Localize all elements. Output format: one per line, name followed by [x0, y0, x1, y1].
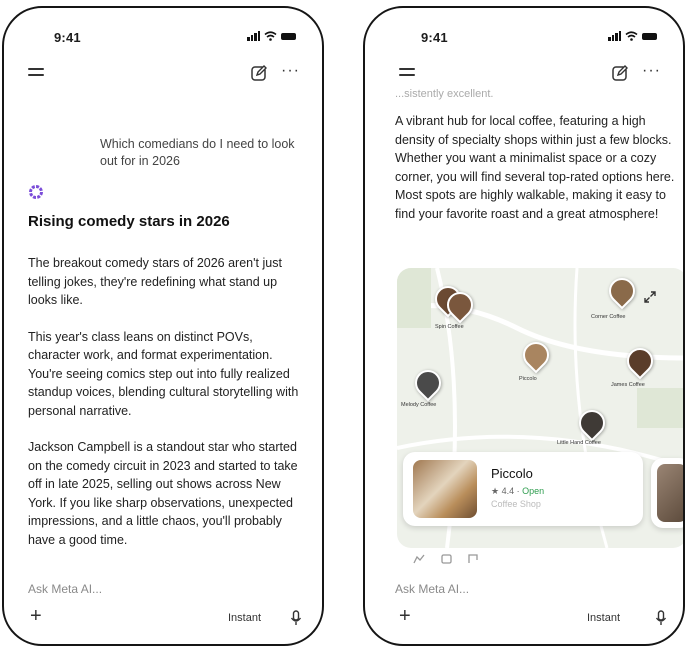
- status-time: 9:41: [421, 30, 448, 45]
- response-paragraph: The breakout comedy stars of 2026 aren't…: [28, 256, 282, 307]
- user-query: Which comedians do I need to look out fo…: [100, 137, 295, 168]
- scrolled-text: ...sistently excellent.: [395, 88, 494, 100]
- map-pin-label: Spin Coffee: [435, 324, 464, 330]
- status-bar: 9:41: [365, 28, 683, 46]
- mode-selector[interactable]: Instant: [587, 612, 620, 624]
- response-paragraph: This year's class leans on distinct POVs…: [28, 329, 299, 418]
- open-status: Open: [522, 486, 545, 496]
- plus-icon[interactable]: +: [399, 606, 411, 626]
- coffee-shop-card[interactable]: Piccolo ★ 4.4 · Open Coffee Shop: [403, 452, 643, 526]
- battery-icon: [642, 32, 657, 40]
- next-card-peek[interactable]: [651, 458, 683, 528]
- response-paragraph: Jackson Campbell is a standout star who …: [28, 440, 298, 547]
- plus-icon[interactable]: +: [30, 606, 42, 626]
- area-description: A vibrant hub for local coffee, featurin…: [395, 114, 675, 221]
- more-options-icon[interactable]: ···: [281, 62, 300, 80]
- map-pin-label: Corner Coffee: [591, 314, 626, 320]
- wifi-icon: [264, 31, 277, 41]
- response-body: The breakout comedy stars of 2026 aren't…: [28, 254, 306, 567]
- share-icon[interactable]: [467, 553, 479, 564]
- map-pin-label: James Coffee: [611, 382, 645, 388]
- copy-icon[interactable]: [441, 553, 453, 564]
- wifi-icon: [625, 31, 638, 41]
- map-pin-label: Melody Coffee: [401, 402, 437, 408]
- more-options-icon[interactable]: ···: [642, 62, 661, 80]
- card-category: Coffee Shop: [491, 499, 541, 509]
- ask-input[interactable]: Ask Meta AI...: [28, 582, 102, 596]
- comedian-name: Jackson Campbell: [28, 440, 131, 454]
- coffee-shop-photo: [657, 464, 683, 522]
- microphone-icon[interactable]: [655, 610, 667, 626]
- card-title: Piccolo: [491, 466, 533, 481]
- mode-selector[interactable]: Instant: [228, 612, 261, 624]
- signal-icon: [608, 31, 621, 41]
- card-rating: ★ 4.4 · Open: [491, 486, 545, 496]
- coffee-shop-photo: [413, 460, 477, 518]
- response-title: Rising comedy stars in 2026: [28, 213, 230, 230]
- right-phone-frame: 9:41 ··· ...sistently excellent. A vibra…: [363, 6, 685, 646]
- menu-icon[interactable]: [399, 68, 415, 80]
- new-chat-icon[interactable]: [250, 64, 268, 82]
- top-bar: ···: [4, 62, 322, 90]
- signal-icon: [247, 31, 260, 41]
- microphone-icon[interactable]: [290, 610, 302, 626]
- ask-input[interactable]: Ask Meta AI...: [395, 582, 469, 596]
- new-chat-icon[interactable]: [611, 64, 629, 82]
- menu-icon[interactable]: [28, 68, 44, 80]
- status-time: 9:41: [54, 30, 81, 45]
- expand-map-icon[interactable]: [643, 290, 657, 304]
- top-bar: ···: [365, 62, 683, 90]
- battery-icon: [281, 32, 296, 40]
- map-pin-label: Little Hand Coffee: [557, 440, 601, 446]
- status-bar: 9:41: [4, 28, 322, 46]
- map-pin-label: Piccolo: [519, 376, 537, 382]
- meta-ai-logo-icon: [29, 185, 43, 199]
- left-phone-frame: 9:41 ··· Which comedians do I need to lo…: [2, 6, 324, 646]
- thumbs-up-icon[interactable]: [413, 554, 425, 564]
